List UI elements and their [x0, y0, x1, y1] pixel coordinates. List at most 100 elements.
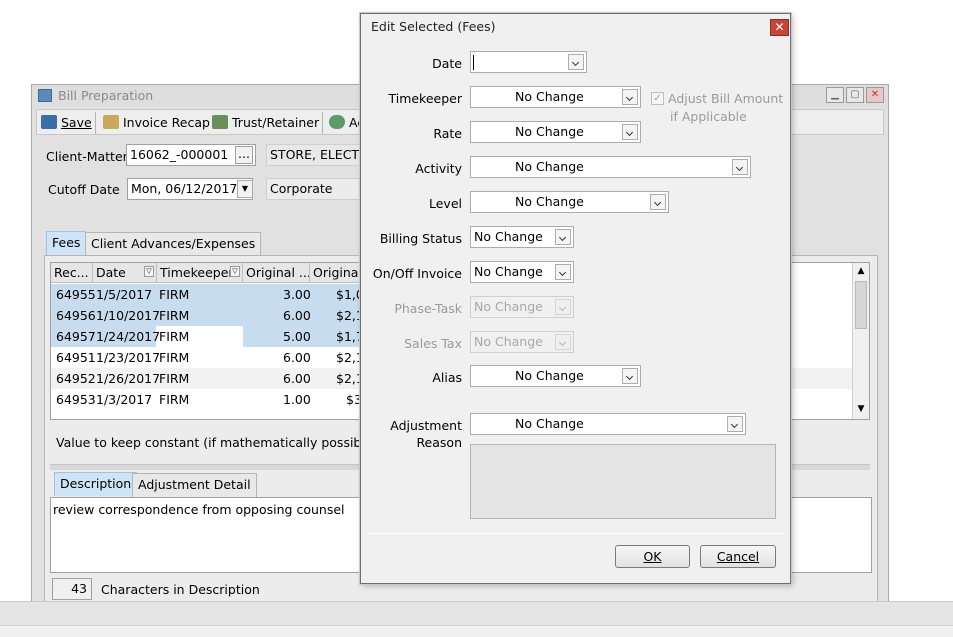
table-row[interactable]: 64957 1/24/2017 FIRM 5.00 $1,7 [51, 326, 364, 347]
chevron-down-icon[interactable] [732, 159, 748, 175]
scroll-down-icon[interactable]: ▼ [855, 403, 867, 415]
chevron-down-icon[interactable] [650, 194, 666, 210]
chevron-down-icon[interactable] [727, 416, 743, 432]
invoice-recap-button[interactable]: Invoice Recap [103, 114, 210, 132]
col-header-timekeeper[interactable]: Timekeeper ▽ [157, 263, 243, 283]
cutoff-date-label: Cutoff Date [48, 182, 120, 197]
cell-timekeeper: FIRM [159, 308, 190, 323]
close-icon[interactable]: ✕ [770, 19, 789, 36]
toolbar-divider [322, 112, 323, 134]
cell-timekeeper: FIRM [159, 287, 190, 302]
close-window-icon[interactable]: ✕ [866, 87, 884, 103]
onoff-invoice-select[interactable]: No Change [470, 261, 574, 283]
filter-icon[interactable]: ▽ [144, 266, 154, 277]
chevron-down-icon[interactable] [622, 89, 638, 105]
filter-icon[interactable]: ▽ [230, 266, 240, 277]
cell-hours: 6.00 [283, 308, 311, 323]
trust-retainer-button[interactable]: Trust/Retainer [212, 114, 319, 132]
cell-date: 1/3/2017 [96, 392, 153, 407]
table-row[interactable]: 64956 1/10/2017 FIRM 6.00 $2,1 [51, 305, 364, 326]
onoff-invoice-label: On/Off Invoice [372, 266, 462, 281]
level-select[interactable]: No Change [470, 191, 669, 213]
col-header-original-hours[interactable]: Original ... [243, 263, 310, 283]
text-caret [473, 55, 474, 70]
chevron-down-icon[interactable] [568, 54, 584, 70]
money-bag-icon [329, 115, 345, 129]
rate-select[interactable]: No Change [470, 121, 641, 143]
scroll-up-icon[interactable]: ▲ [855, 265, 867, 277]
cell-rec: 64955 [56, 287, 96, 302]
phase-task-value: No Change [474, 299, 543, 314]
alias-label: Alias [432, 370, 462, 385]
col-header-rec[interactable]: Rec... [51, 263, 93, 283]
phase-task-select: No Change [470, 296, 574, 318]
chevron-down-icon[interactable] [555, 229, 571, 245]
cancel-label: Cancel [716, 549, 760, 564]
table-row[interactable]: 64955 1/5/2017 FIRM 3.00 $1,0 [51, 284, 364, 305]
date-label: Date [432, 56, 462, 71]
toolbar-truncated-button[interactable]: Ac [329, 114, 364, 132]
adjust-bill-checkbox[interactable]: ✓ [651, 92, 664, 105]
cell-rec: 64953 [56, 392, 96, 407]
description-text: review correspondence from opposing coun… [53, 502, 345, 517]
cell-date: 1/23/2017 [96, 350, 161, 365]
invoice-recap-label: Invoice Recap [123, 115, 210, 130]
adjustment-reason-select[interactable]: No Change [470, 413, 746, 435]
cell-timekeeper: FIRM [159, 371, 190, 386]
cell-date: 1/5/2017 [96, 287, 153, 302]
cutoff-date-picker[interactable]: Mon, 06/12/2017 [127, 178, 253, 200]
level-value: No Change [515, 194, 584, 209]
timekeeper-label: Timekeeper [388, 91, 462, 106]
adjustment-reason-label-line2: Reason [416, 435, 462, 450]
char-count-label: Characters in Description [101, 582, 260, 597]
tab-client-advances[interactable]: Client Advances/Expenses [85, 232, 262, 256]
onoff-invoice-value: No Change [474, 264, 543, 279]
col-header-date[interactable]: Date ▽ [93, 263, 157, 283]
save-button[interactable]: Save [41, 114, 92, 132]
chevron-down-icon[interactable] [555, 264, 571, 280]
col-header-date-label: Date [96, 265, 126, 280]
trust-icon [212, 115, 228, 129]
activity-select[interactable]: No Change [470, 156, 751, 178]
maximize-icon[interactable]: ▢ [846, 87, 864, 103]
recap-icon [103, 115, 119, 129]
cell-hours: 1.00 [283, 392, 311, 407]
adjustment-reason-textarea[interactable] [470, 444, 776, 519]
col-header-original-hours-label: Original ... [246, 265, 310, 280]
billing-status-label: Billing Status [379, 231, 462, 246]
chevron-down-icon[interactable] [622, 368, 638, 384]
alias-value: No Change [515, 368, 584, 383]
minimize-icon[interactable]: ▁ [826, 87, 844, 103]
scroll-thumb[interactable] [855, 281, 867, 329]
grid-vertical-scrollbar[interactable]: ▲ ▼ [852, 263, 869, 419]
rate-value: No Change [515, 124, 584, 139]
chevron-down-icon[interactable] [622, 124, 638, 140]
client-matter-browse-button[interactable]: ... [235, 146, 253, 164]
timekeeper-select[interactable]: No Change [470, 86, 641, 108]
floppy-icon [41, 115, 57, 129]
adjustment-reason-value: No Change [515, 416, 584, 431]
cell-rec: 64951 [56, 350, 96, 365]
cell-rec: 64957 [56, 329, 96, 344]
cell-hours: 6.00 [283, 350, 311, 365]
billing-status-select[interactable]: No Change [470, 226, 574, 248]
activity-value: No Change [515, 159, 584, 174]
tab-fees[interactable]: Fees [46, 231, 87, 255]
toolbar-divider [95, 112, 96, 134]
bill-type-field[interactable]: Corporate [266, 178, 366, 200]
phase-task-label: Phase-Task [394, 301, 462, 316]
tab-fees-label: Fees [52, 235, 81, 250]
tab-adjustment-detail[interactable]: Adjustment Detail [132, 473, 257, 497]
tab-description-label: Description [60, 476, 132, 491]
status-bar [0, 601, 953, 625]
timekeeper-value: No Change [515, 89, 584, 104]
alias-select[interactable]: No Change [470, 365, 641, 387]
trust-retainer-label: Trust/Retainer [232, 115, 320, 130]
cancel-button[interactable]: Cancel [700, 545, 776, 568]
cell-hours: 5.00 [283, 329, 311, 344]
date-picker[interactable] [470, 51, 587, 73]
cutoff-dropdown-button[interactable]: ▼ [237, 180, 253, 198]
ok-button[interactable]: OK [615, 545, 690, 568]
tab-description[interactable]: Description [54, 472, 138, 496]
billing-status-value: No Change [474, 229, 543, 244]
